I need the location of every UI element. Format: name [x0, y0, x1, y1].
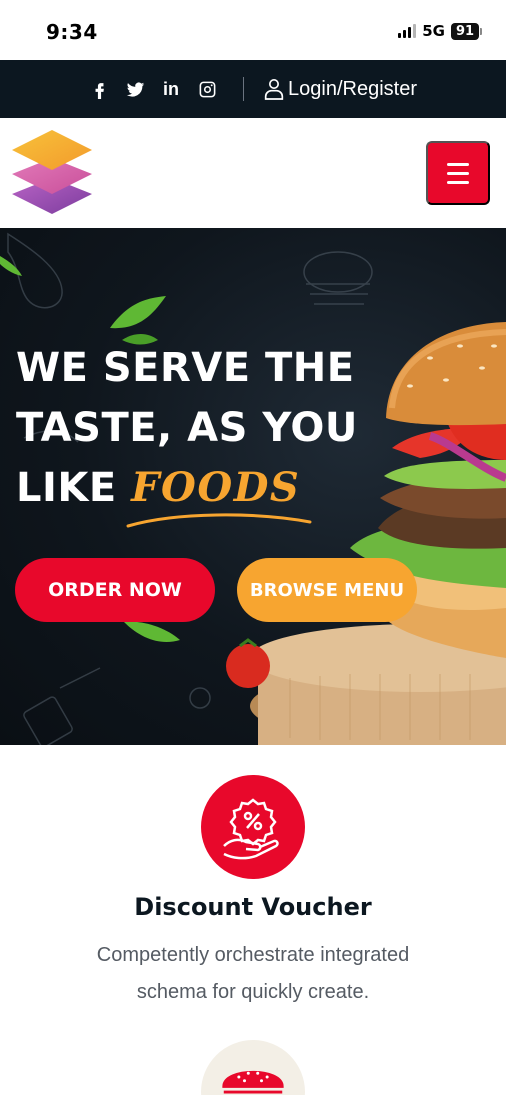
- status-bar: 9:34 5G 91: [0, 0, 506, 60]
- status-time: 9:34: [46, 20, 98, 44]
- twitter-icon[interactable]: [125, 79, 145, 99]
- hero-title-line1: WE SERVE THE: [16, 345, 355, 391]
- signal-icon: [398, 24, 417, 38]
- cup-doodle: [23, 696, 73, 745]
- linkedin-text: in: [163, 78, 180, 99]
- user-icon: [264, 79, 284, 100]
- burger-doodle: [303, 251, 373, 293]
- facebook-icon[interactable]: [89, 79, 109, 99]
- discount-hand-icon: [201, 775, 305, 879]
- burger-icon: [201, 1040, 305, 1095]
- title-underline: [126, 513, 312, 528]
- hamburger-icon: [447, 162, 469, 166]
- feature-section: Discount Voucher Competently orchestrate…: [0, 745, 506, 1095]
- top-bar-divider: [243, 77, 245, 101]
- network-label: 5G: [422, 22, 445, 40]
- social-links: in: [89, 79, 217, 99]
- leaf: [110, 296, 166, 329]
- status-indicators: 5G 91: [398, 22, 482, 40]
- login-register-label: Login/Register: [288, 77, 417, 100]
- hero-title: WE SERVE THE TASTE, AS YOU LIKE FOODS: [16, 338, 376, 518]
- order-now-button[interactable]: ORDER NOW: [15, 558, 215, 622]
- hamburger-menu-button[interactable]: [426, 141, 490, 205]
- instagram-icon[interactable]: [197, 79, 217, 99]
- login-register-link[interactable]: Login/Register: [264, 78, 417, 101]
- hero-title-line3-prefix: LIKE: [16, 465, 117, 511]
- feature-description: Competently orchestrate integrated schem…: [96, 944, 410, 1003]
- hero-title-line3: LIKE FOODS: [16, 458, 376, 518]
- site-header: [0, 118, 506, 228]
- browse-menu-button[interactable]: BROWSE MENU: [237, 558, 417, 622]
- linkedin-icon[interactable]: in: [161, 79, 181, 99]
- layers-logo[interactable]: [10, 128, 94, 216]
- battery-icon: 91: [451, 22, 482, 40]
- battery-level: 91: [451, 22, 479, 40]
- top-bar: in Login/Register: [0, 60, 506, 118]
- hero-section: WE SERVE THE TASTE, AS YOU LIKE FOODS OR…: [0, 228, 506, 745]
- feature-title: Discount Voucher: [134, 893, 372, 921]
- hero-title-line2: TASTE, AS YOU: [16, 405, 358, 451]
- hero-title-accent: FOODS: [131, 464, 301, 511]
